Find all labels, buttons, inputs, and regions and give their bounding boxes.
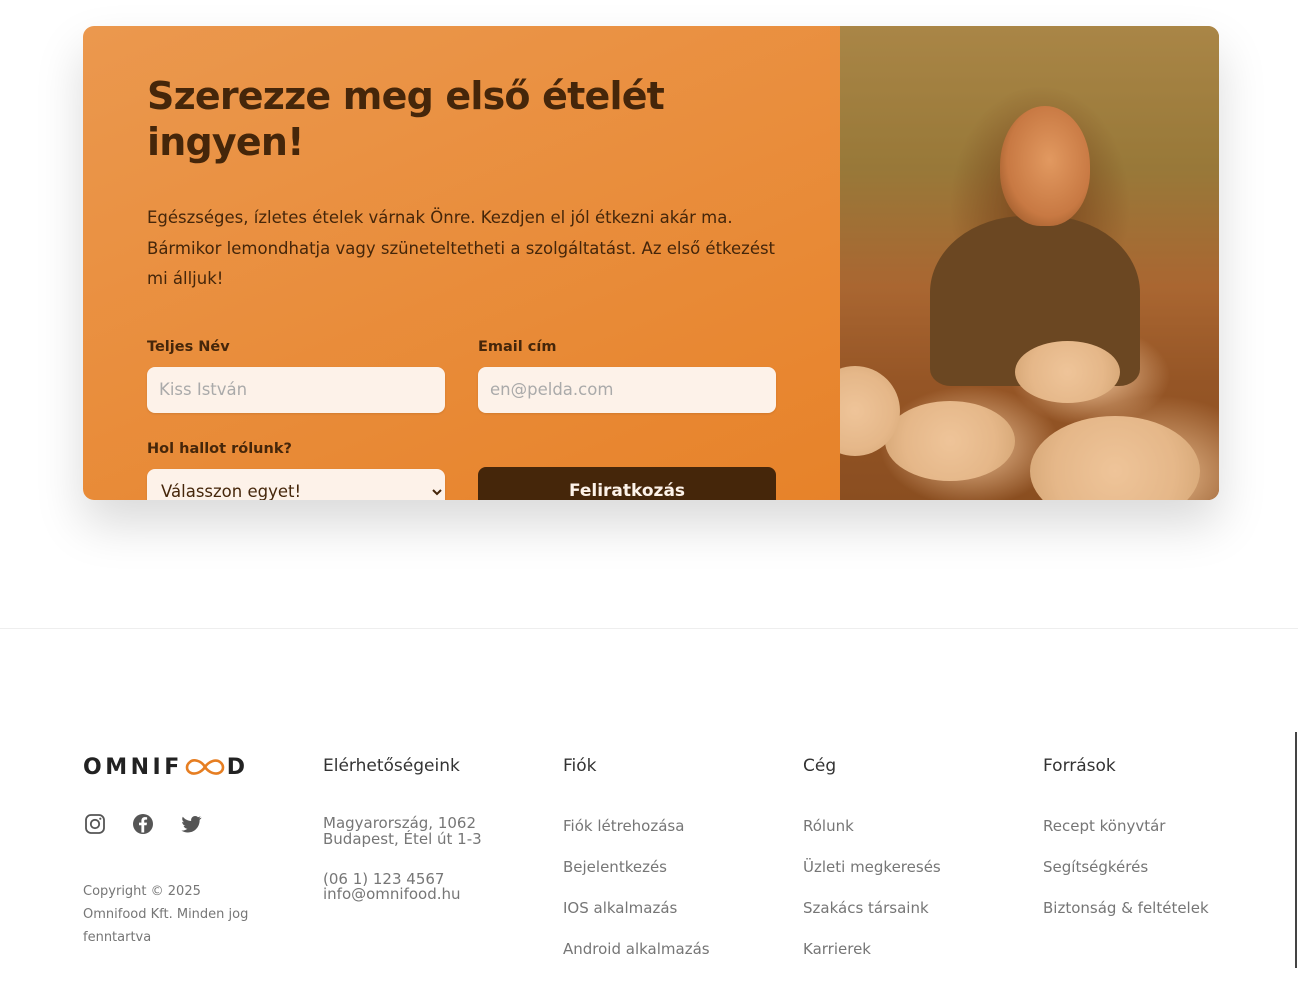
list-item: Üzleti megkeresés	[803, 857, 941, 877]
email-field-group: Email cím	[478, 339, 776, 413]
cta-description: Egészséges, ízletes ételek várnak Önre. …	[147, 208, 776, 289]
partners-link[interactable]: Szakács társaink	[803, 899, 929, 917]
source-select[interactable]: Válasszon egyet!	[147, 468, 445, 500]
footer-account-col: Fiók Fiók létrehozása Bejelentkezés IOS …	[563, 754, 710, 980]
list-item: Rólunk	[803, 816, 941, 836]
cta-photo	[840, 26, 1219, 500]
about-link[interactable]: Rólunk	[803, 817, 854, 835]
list-item: Fiók létrehozása	[563, 816, 710, 836]
address-line-2: Budapest, Étel út 1-3	[323, 829, 482, 848]
name-field-group: Teljes Név	[147, 339, 445, 413]
submit-wrap: Feliratkozás	[478, 441, 776, 500]
section-divider	[0, 628, 1298, 629]
list-item: Karrierek	[803, 939, 941, 959]
source-label: Hol hallot rólunk?	[147, 440, 292, 457]
full-name-input[interactable]	[147, 366, 445, 413]
email-label: Email cím	[478, 338, 557, 355]
android-app-link[interactable]: Android alkalmazás	[563, 940, 710, 958]
list-item: Biztonság & feltételek	[1043, 898, 1209, 918]
list-item: Bejelentkezés	[563, 857, 710, 877]
footer-resources-col: Források Recept könyvtár Segítségkérés B…	[1043, 754, 1209, 939]
privacy-terms-link[interactable]: Biztonság & feltételek	[1043, 899, 1209, 917]
source-field-group: Hol hallot rólunk? Válasszon egyet!	[147, 441, 445, 500]
infinity-logo-icon	[185, 759, 225, 775]
copyright-text: Copyright © 2025 Omnifood Kft. Minden jo…	[83, 884, 249, 945]
company-links: Rólunk Üzleti megkeresés Szakács társain…	[803, 816, 941, 959]
create-account-link[interactable]: Fiók létrehozása	[563, 817, 684, 835]
business-link[interactable]: Üzleti megkeresés	[803, 858, 941, 876]
help-center-link[interactable]: Segítségkérés	[1043, 858, 1148, 876]
logo-text-left: OMNIF	[83, 754, 183, 780]
cta-card: Szerezze meg első ételét ingyen! Egészsé…	[83, 26, 1219, 500]
list-item: Szakács társaink	[803, 898, 941, 918]
footer-company-col: Cég Rólunk Üzleti megkeresés Szakács tár…	[803, 754, 941, 980]
photo-overlay	[840, 26, 1219, 500]
careers-link[interactable]: Karrierek	[803, 940, 871, 958]
email-input[interactable]	[478, 366, 776, 413]
omnifood-logo[interactable]: OMNIF D	[83, 754, 263, 780]
twitter-icon[interactable]	[179, 812, 203, 836]
recipe-library-link[interactable]: Recept könyvtár	[1043, 817, 1165, 835]
list-item: Segítségkérés	[1043, 857, 1209, 877]
cta-title: Szerezze meg első ételét ingyen!	[147, 74, 665, 164]
account-links: Fiók létrehozása Bejelentkezés IOS alkal…	[563, 816, 710, 959]
contact-details: Magyarország, 1062 Budapest, Étel út 1-3…	[323, 815, 482, 904]
contact-heading: Elérhetőségeink	[323, 756, 460, 776]
account-heading: Fiók	[563, 756, 597, 776]
subscribe-button[interactable]: Feliratkozás	[478, 466, 776, 500]
cta-text-box: Szerezze meg első ételét ingyen! Egészsé…	[83, 26, 840, 500]
address: Magyarország, 1062 Budapest, Étel út 1-3	[323, 815, 482, 848]
company-heading: Cég	[803, 756, 837, 776]
logo-text-right: D	[226, 754, 249, 780]
social-links	[83, 812, 263, 836]
sign-in-link[interactable]: Bejelentkezés	[563, 858, 667, 876]
footer-brand-col: OMNIF D Copyright © 2025 Omnifood Kft. M…	[83, 754, 263, 962]
list-item: IOS alkalmazás	[563, 898, 710, 918]
footer-contact-col: Elérhetőségeink Magyarország, 1062 Budap…	[323, 754, 482, 927]
list-item: Recept könyvtár	[1043, 816, 1209, 836]
facebook-icon[interactable]	[131, 812, 155, 836]
resources-links: Recept könyvtár Segítségkérés Biztonság …	[1043, 816, 1209, 918]
resources-heading: Források	[1043, 756, 1116, 776]
instagram-icon[interactable]	[83, 812, 107, 836]
email-link[interactable]: info@omnifood.hu	[323, 885, 461, 903]
scrollbar[interactable]	[1295, 732, 1297, 968]
ios-app-link[interactable]: IOS alkalmazás	[563, 899, 677, 917]
name-label: Teljes Név	[147, 338, 230, 355]
signup-form: Teljes Név Email cím Hol hallot rólunk? …	[147, 339, 776, 500]
list-item: Android alkalmazás	[563, 939, 710, 959]
contact-lines: (06 1) 123 4567 info@omnifood.hu	[323, 871, 482, 904]
